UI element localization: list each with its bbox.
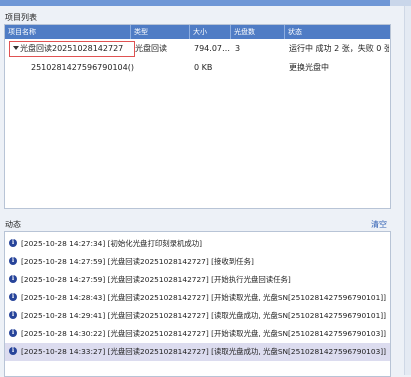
- log-entry-selected[interactable]: i [2025-10-28 14:33:27] [光盘回读20251028142…: [5, 343, 390, 361]
- column-header-status[interactable]: 状态: [285, 25, 390, 39]
- log-entry[interactable]: i [2025-10-28 14:27:59] [光盘回读20251028142…: [5, 271, 390, 289]
- projects-table[interactable]: 项目名称 类型 大小 光盘数 状态 光盘回读20251028142727 光盘回…: [4, 24, 391, 209]
- column-header-type[interactable]: 类型: [131, 25, 190, 39]
- log-list[interactable]: i [2025-10-28 14:27:34] [初始化光盘打印刻录机成功] i…: [4, 231, 391, 377]
- window-top-bar: [0, 0, 390, 6]
- disc-type-cell: [135, 60, 190, 76]
- info-icon: i: [9, 311, 17, 319]
- info-icon: i: [9, 293, 17, 301]
- projects-section-title: 项目列表: [5, 13, 37, 22]
- log-entry-text: [2025-10-28 14:30:22] [光盘回读2025102814272…: [21, 329, 387, 338]
- info-icon: i: [9, 329, 17, 337]
- log-entry-text: [2025-10-28 14:29:41] [光盘回读2025102814272…: [21, 311, 387, 320]
- column-header-size[interactable]: 大小: [190, 25, 231, 39]
- column-header-discs[interactable]: 光盘数: [231, 25, 285, 39]
- log-entry[interactable]: i [2025-10-28 14:27:34] [初始化光盘打印刻录机成功]: [5, 235, 390, 253]
- info-icon: i: [9, 239, 17, 247]
- highlight-box: [9, 41, 135, 57]
- window-top-strip: [0, 0, 411, 6]
- column-header-name[interactable]: 项目名称: [5, 25, 131, 39]
- log-entry-text: [2025-10-28 14:27:34] [初始化光盘打印刻录机成功]: [21, 239, 203, 248]
- project-size-cell: 794.07…: [194, 44, 230, 53]
- table-row[interactable]: 2510281427596790104() 0 KB 更换光盘中: [5, 60, 390, 76]
- disc-size-cell: 0 KB: [194, 63, 213, 72]
- info-icon: i: [9, 347, 17, 355]
- log-entry-text: [2025-10-28 14:27:59] [光盘回读2025102814272…: [21, 275, 291, 284]
- disc-status-cell: 更换光盘中: [289, 63, 329, 72]
- log-section-title: 动态: [5, 220, 21, 229]
- log-entry[interactable]: i [2025-10-28 14:29:41] [光盘回读20251028142…: [5, 307, 390, 325]
- log-entry-text: [2025-10-28 14:28:43] [光盘回读2025102814272…: [21, 293, 387, 302]
- info-icon: i: [9, 275, 17, 283]
- info-icon: i: [9, 257, 17, 265]
- clear-log-link[interactable]: 清空: [371, 219, 387, 230]
- projects-table-header: 项目名称 类型 大小 光盘数 状态: [5, 25, 390, 39]
- log-entry[interactable]: i [2025-10-28 14:28:43] [光盘回读20251028142…: [5, 289, 390, 307]
- project-type-cell: 光盘回读: [135, 44, 167, 53]
- disc-count-cell: [235, 60, 275, 76]
- project-status-cell: 运行中 成功 2 张，失败 0 张: [289, 44, 389, 53]
- right-scrollbar[interactable]: [404, 6, 411, 375]
- project-discs-cell: 3: [235, 44, 241, 53]
- log-entry[interactable]: i [2025-10-28 14:30:22] [光盘回读20251028142…: [5, 325, 390, 343]
- log-entry[interactable]: i [2025-10-28 14:27:59] [光盘回读20251028142…: [5, 253, 390, 271]
- log-entry-text: [2025-10-28 14:33:27] [光盘回读2025102814272…: [21, 347, 387, 356]
- log-entry-text: [2025-10-28 14:27:59] [光盘回读2025102814272…: [21, 257, 254, 266]
